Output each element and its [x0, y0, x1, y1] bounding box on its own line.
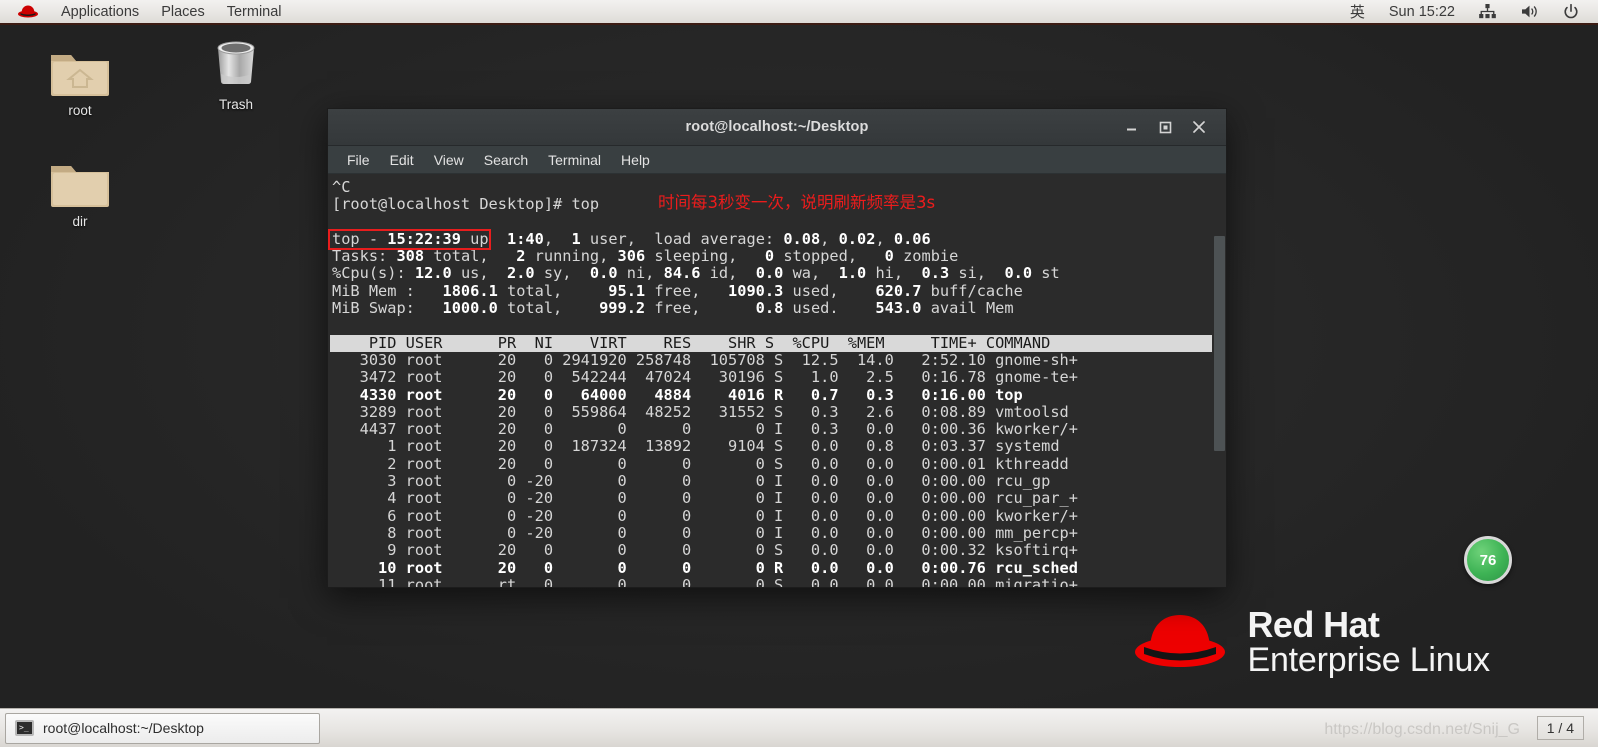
taskbar-window-button[interactable]: >_ root@localhost:~/Desktop — [5, 712, 320, 744]
menu-terminal-label: Terminal — [226, 3, 282, 20]
table-row: 10 root 20 0 0 0 0 R 0.0 0.0 0:00.76 rcu… — [332, 558, 1078, 577]
menu-terminal[interactable]: Terminal — [216, 0, 293, 24]
terminal-menu-search[interactable]: Search — [475, 149, 537, 171]
top-uptime-line: top - 15:22:39 up 1:40, 1 user, load ave… — [332, 229, 931, 248]
redhat-logo-icon — [6, 0, 50, 24]
menu-applications-label: Applications — [61, 3, 140, 20]
redhat-logo-large-icon — [1134, 615, 1225, 668]
table-row: 3 root 0 -20 0 0 0 I 0.0 0.0 0:00.00 rcu… — [332, 472, 1051, 491]
folder-icon — [32, 147, 128, 209]
desktop-icon-root-label: root — [68, 103, 92, 118]
table-row: 8 root 0 -20 0 0 0 I 0.0 0.0 0:00.00 mm_… — [332, 523, 1078, 542]
brand-line-2: Enterprise Linux — [1247, 641, 1491, 680]
brand-line-1: Red Hat — [1247, 603, 1380, 645]
annotation-text: 时间每3秒变一次，说明刷新频率是3s — [658, 193, 936, 212]
table-row: 3030 root 20 0 2941920 258748 105708 S 1… — [332, 350, 1078, 369]
minimize-icon[interactable] — [1122, 118, 1140, 136]
table-row: 11 root rt 0 0 0 0 S 0.0 0.0 0:00.00 mig… — [332, 575, 1078, 587]
rhel-branding: Red Hat Enterprise Linux 76 — [1130, 536, 1512, 680]
top-panel-right: 英 Sun 15:22 — [1339, 0, 1598, 24]
table-row: 9 root 20 0 0 0 0 S 0.0 0.0 0:00.32 ksof… — [332, 541, 1078, 560]
terminal-menubar: File Edit View Search Terminal Help — [328, 146, 1226, 174]
top-tasks-line: Tasks: 308 total, 2 running, 306 sleepin… — [332, 247, 959, 266]
watermark: https://blog.csdn.net/Snij_G — [1324, 721, 1520, 738]
rhel-branding-text: Red Hat Enterprise Linux — [1247, 603, 1491, 680]
terminal-blank-1 — [330, 214, 1226, 231]
power-icon[interactable] — [1552, 0, 1590, 24]
terminal-menu-file[interactable]: File — [338, 149, 379, 171]
terminal-titlebar[interactable]: root@localhost:~/Desktop — [328, 109, 1226, 146]
workspace-switcher[interactable]: 1 / 4 — [1536, 716, 1584, 740]
top-panel-left: Applications Places Terminal — [0, 0, 293, 24]
top-swap-line: MiB Swap: 1000.0 total, 999.2 free, 0.8 … — [332, 299, 1014, 318]
table-row: 4330 root 20 0 64000 4884 4016 R 0.7 0.3… — [332, 385, 1023, 404]
menu-places[interactable]: Places — [150, 0, 216, 24]
top-cpu-line: %Cpu(s): 12.0 us, 2.0 sy, 0.0 ni, 84.6 i… — [332, 264, 1060, 283]
desktop-icon-trash-label: Trash — [218, 97, 253, 112]
close-icon[interactable] — [1190, 118, 1208, 136]
table-row: 4437 root 20 0 0 0 0 I 0.3 0.0 0:00.36 k… — [332, 420, 1078, 439]
terminal-icon: >_ — [15, 720, 34, 736]
table-row: 3289 root 20 0 559864 48252 31552 S 0.3 … — [332, 402, 1069, 421]
terminal-window: root@localhost:~/Desktop File Edit View … — [327, 108, 1227, 588]
table-row: 4 root 0 -20 0 0 0 I 0.0 0.0 0:00.00 rcu… — [332, 489, 1078, 508]
terminal-menu-edit[interactable]: Edit — [381, 149, 423, 171]
table-row: 1 root 20 0 187324 13892 9104 S 0.0 0.8 … — [332, 437, 1060, 456]
desktop-icon-root[interactable]: root — [32, 36, 128, 118]
top-panel: Applications Places Terminal 英 Sun 15:22 — [0, 0, 1598, 25]
desktop-screen: Applications Places Terminal 英 Sun 15:22 — [0, 0, 1598, 747]
desktop-icon-dir-label: dir — [72, 214, 88, 229]
volume-icon[interactable] — [1509, 0, 1550, 24]
clock[interactable]: Sun 15:22 — [1378, 0, 1466, 24]
notification-badge[interactable]: 76 — [1464, 536, 1512, 584]
menu-applications[interactable]: Applications — [50, 0, 150, 24]
bottom-panel-right: 1 / 4 — [1536, 716, 1598, 740]
table-row: 2 root 20 0 0 0 0 S 0.0 0.0 0:00.01 kthr… — [332, 454, 1069, 473]
home-folder-icon — [32, 36, 128, 98]
window-controls — [1122, 118, 1226, 136]
terminal-blank-2 — [330, 317, 1226, 334]
network-icon[interactable] — [1468, 0, 1507, 24]
desktop-icon-dir[interactable]: dir — [32, 147, 128, 229]
terminal-menu-view[interactable]: View — [425, 149, 473, 171]
process-table-body: 3030 root 20 0 2941920 258748 105708 S 1… — [330, 350, 1226, 587]
input-method-indicator[interactable]: 英 — [1339, 0, 1376, 24]
terminal-menu-terminal[interactable]: Terminal — [539, 149, 610, 171]
maximize-icon[interactable] — [1156, 118, 1174, 136]
terminal-menu-help[interactable]: Help — [612, 149, 659, 171]
terminal-title: root@localhost:~/Desktop — [685, 119, 869, 135]
desktop-icon-trash[interactable]: Trash — [188, 30, 284, 112]
top-mem-line: MiB Mem : 1806.1 total, 95.1 free, 1090.… — [332, 281, 1023, 300]
table-row: 3472 root 20 0 542244 47024 30196 S 1.0 … — [332, 368, 1078, 387]
process-table-header: PID USER PR NI VIRT RES SHR S %CPU %MEM … — [330, 334, 1212, 352]
taskbar-window-label: root@localhost:~/Desktop — [43, 720, 204, 736]
menu-places-label: Places — [161, 3, 205, 20]
trash-icon — [188, 30, 284, 92]
terminal-scrollbar-thumb[interactable] — [1214, 236, 1225, 451]
terminal-scrollbar[interactable] — [1212, 174, 1226, 587]
terminal-output-area[interactable]: ^C [root@localhost Desktop]# top top - 1… — [328, 174, 1226, 587]
table-row: 6 root 0 -20 0 0 0 I 0.0 0.0 0:00.00 kwo… — [332, 506, 1078, 525]
